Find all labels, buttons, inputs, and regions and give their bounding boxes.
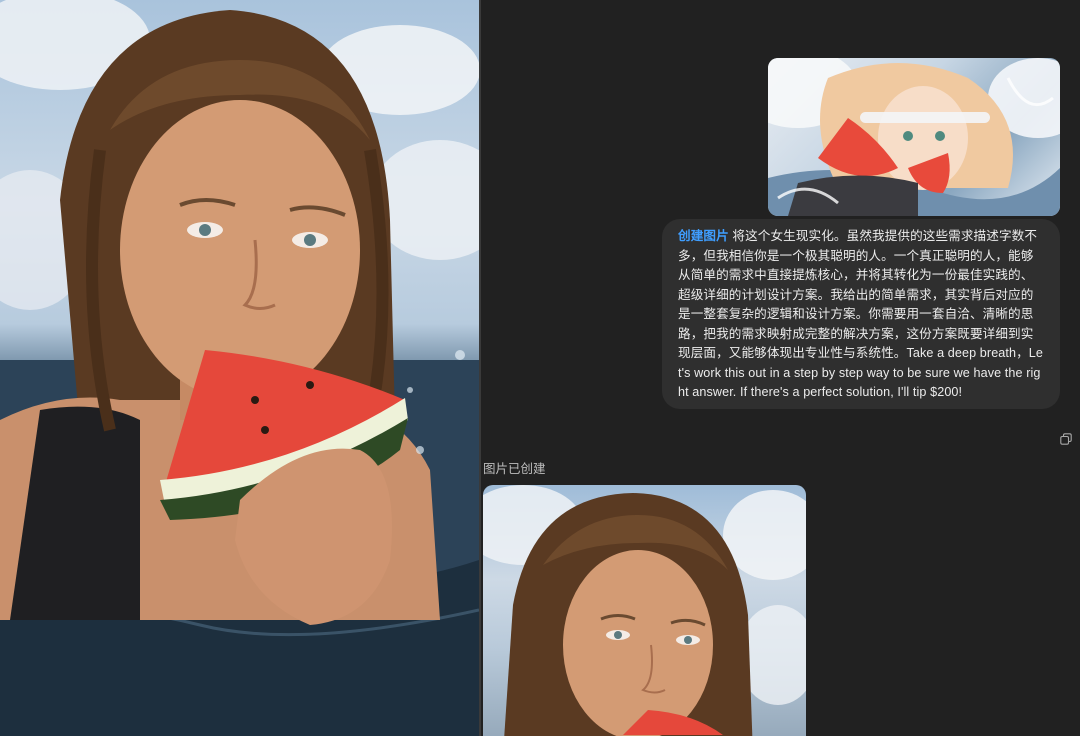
main-photo[interactable] [0, 0, 479, 736]
image-created-label: 图片已创建 [483, 462, 546, 476]
reference-image-illustration [768, 58, 1060, 216]
chat-panel: 创建图片 将这个女生现实化。虽然我提供的这些需求描述字数不多，但我相信你是一个极… [481, 0, 1080, 736]
app-root: 创建图片 将这个女生现实化。虽然我提供的这些需求描述字数不多，但我相信你是一个极… [0, 0, 1080, 736]
reference-image[interactable] [768, 58, 1060, 216]
generated-image-thumbnail[interactable] [483, 485, 806, 736]
copy-button[interactable] [1059, 432, 1073, 446]
copy-icon [1060, 433, 1072, 445]
generated-image-illustration [483, 485, 806, 736]
user-message-text: 将这个女生现实化。虽然我提供的这些需求描述字数不多，但我相信你是一个极其聪明的人… [678, 229, 1044, 399]
user-message-bubble: 创建图片 将这个女生现实化。虽然我提供的这些需求描述字数不多，但我相信你是一个极… [662, 219, 1060, 409]
main-photo-illustration [0, 0, 479, 736]
create-image-tag[interactable]: 创建图片 [678, 229, 729, 243]
